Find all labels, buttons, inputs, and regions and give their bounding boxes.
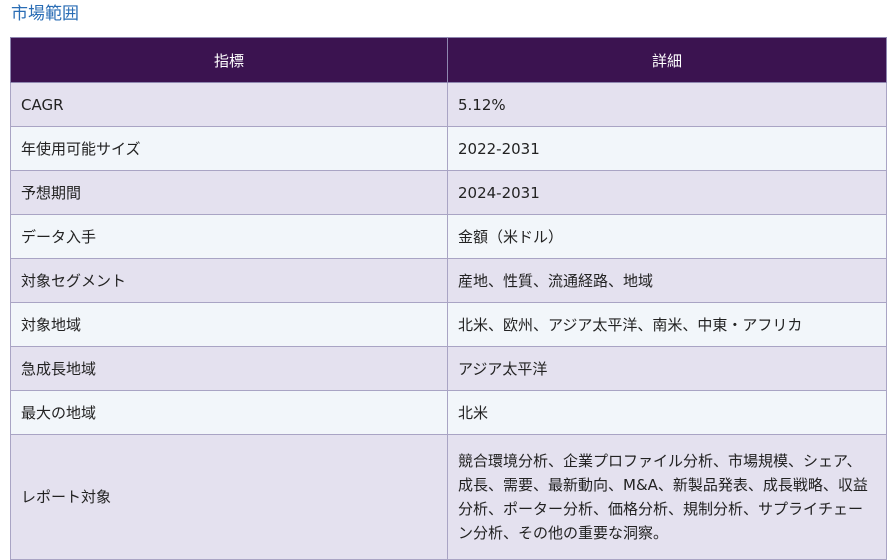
row-value: 2022-2031 [447,126,887,171]
row-value: 5.12% [447,82,887,127]
table-row: データ入手 金額（米ドル） [10,214,887,259]
row-label: CAGR [10,82,448,127]
table-row: レポート対象 競合環境分析、企業プロファイル分析、市場規模、シェア、成長、需要、… [10,434,887,560]
table-row: 急成長地域 アジア太平洋 [10,346,887,391]
table-header-row: 指標 詳細 [10,37,887,83]
row-label: 最大の地域 [10,390,448,435]
table-row: 年使用可能サイズ 2022-2031 [10,126,887,171]
row-label: 対象セグメント [10,258,448,303]
row-value: 競合環境分析、企業プロファイル分析、市場規模、シェア、成長、需要、最新動向、M&… [447,434,887,560]
table-row: 予想期間 2024-2031 [10,170,887,215]
table-row: 最大の地域 北米 [10,390,887,435]
market-scope-table: 指標 詳細 CAGR 5.12% 年使用可能サイズ 2022-2031 予想期間… [10,37,887,560]
row-label: 急成長地域 [10,346,448,391]
table-row: CAGR 5.12% [10,82,887,127]
row-label: レポート対象 [10,434,448,560]
row-label: 対象地域 [10,302,448,347]
column-header-metric: 指標 [10,37,448,83]
row-label: データ入手 [10,214,448,259]
row-value: 金額（米ドル） [447,214,887,259]
row-value: アジア太平洋 [447,346,887,391]
row-label: 年使用可能サイズ [10,126,448,171]
table-row: 対象地域 北米、欧州、アジア太平洋、南米、中東・アフリカ [10,302,887,347]
table-row: 対象セグメント 産地、性質、流通経路、地域 [10,258,887,303]
row-label: 予想期間 [10,170,448,215]
section-title: 市場範囲 [11,4,79,24]
row-value: 北米、欧州、アジア太平洋、南米、中東・アフリカ [447,302,887,347]
row-value: 北米 [447,390,887,435]
column-header-details: 詳細 [447,37,887,83]
row-value: 産地、性質、流通経路、地域 [447,258,887,303]
row-value: 2024-2031 [447,170,887,215]
